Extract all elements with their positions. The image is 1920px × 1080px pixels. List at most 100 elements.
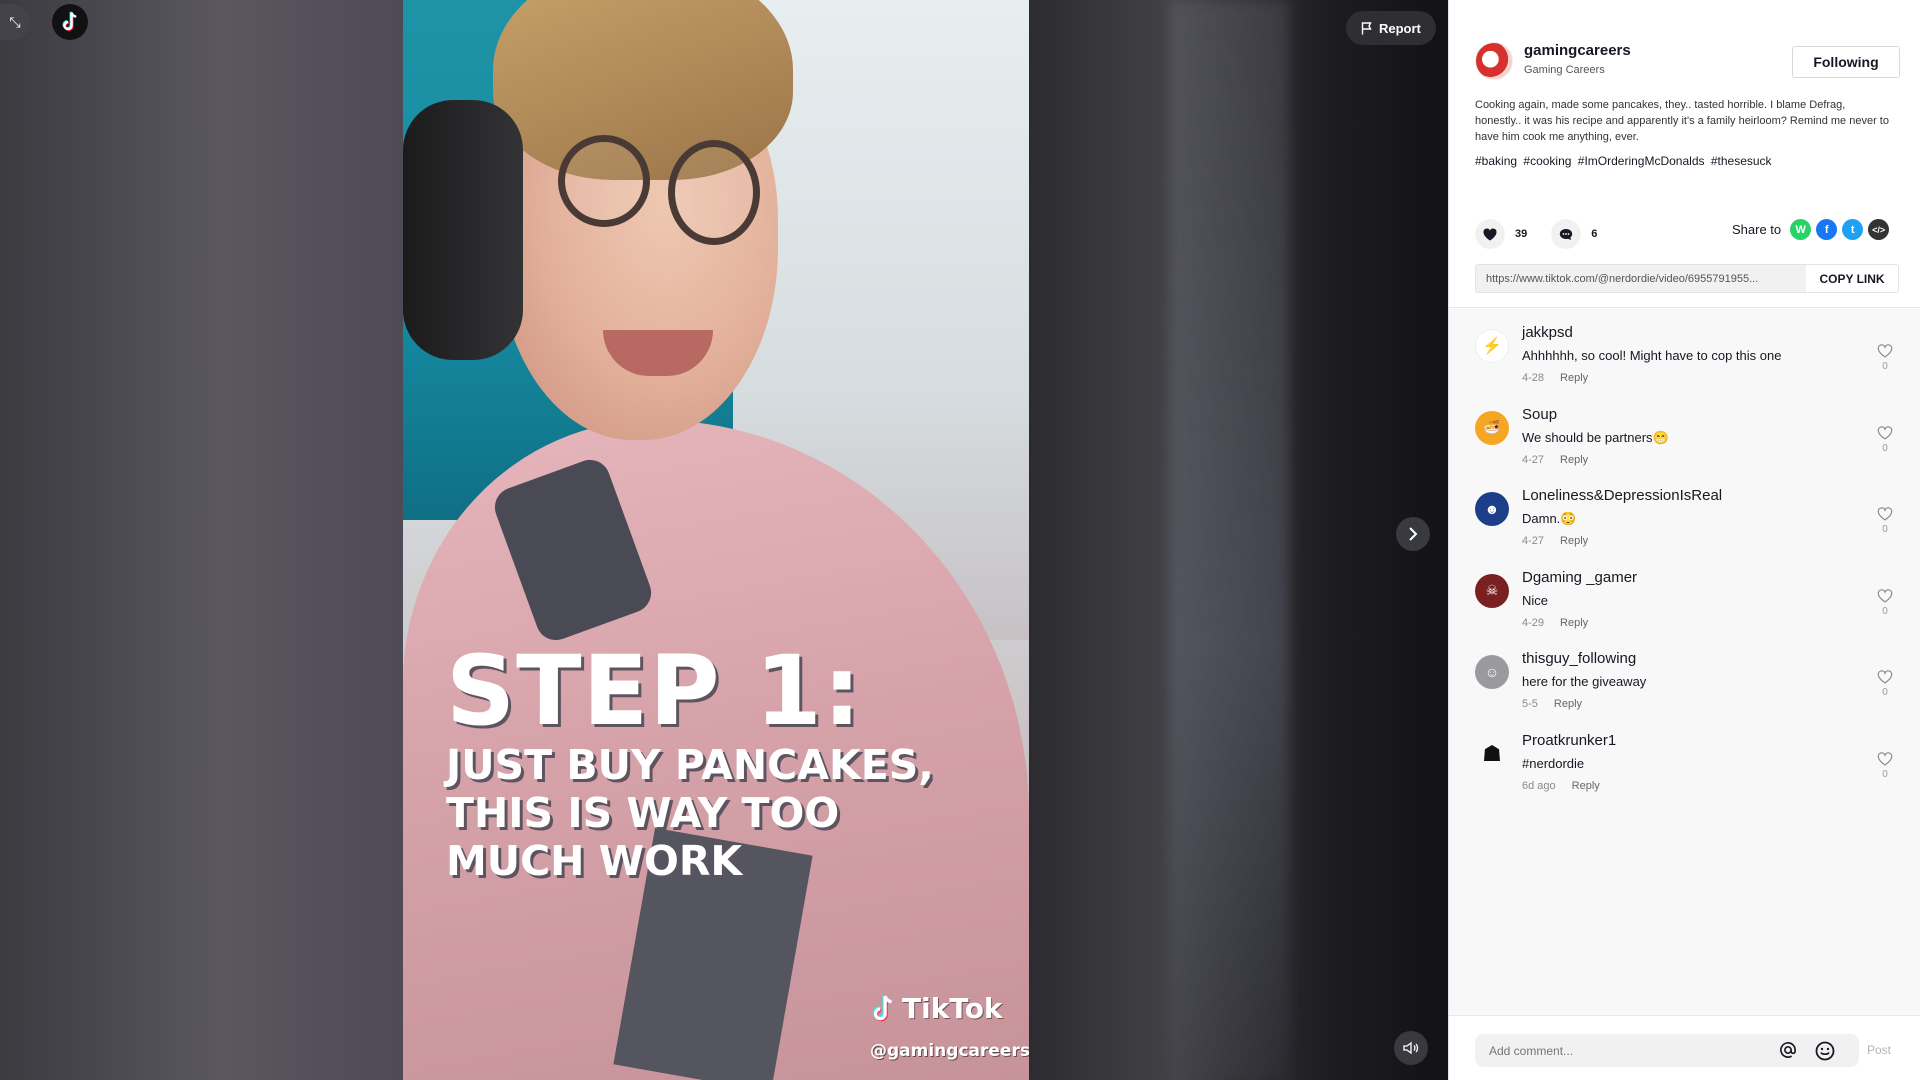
video-caption-line: MUCH WORK — [446, 837, 743, 885]
comment-like-count: 0 — [1882, 442, 1888, 454]
reply-button[interactable]: Reply — [1560, 454, 1588, 466]
comment-date: 4-27 — [1522, 453, 1545, 466]
author-username[interactable]: gamingcareers — [1524, 42, 1631, 59]
post-comment-button[interactable]: Post — [1867, 1043, 1891, 1057]
commenter-name[interactable]: jakkpsd — [1522, 324, 1573, 341]
comment-like-button[interactable]: 0 — [1876, 670, 1894, 698]
details-panel: gamingcareers Gaming Careers Following C… — [1448, 0, 1920, 1080]
commenter-name[interactable]: Loneliness&DepressionIsReal — [1522, 487, 1722, 504]
tiktok-watermark: TikTok — [870, 992, 1003, 1025]
add-comment-input[interactable] — [1475, 1034, 1859, 1067]
commenter-avatar[interactable]: ⚡ — [1475, 329, 1509, 363]
tiktok-logo-icon — [62, 11, 77, 31]
video-link-box: https://www.tiktok.com/@nerdordie/video/… — [1475, 264, 1899, 293]
engagement-stats: 39 6 — [1475, 219, 1611, 249]
video-stage: STEP 1: JUST BUY PANCAKES, THIS IS WAY T… — [0, 0, 1448, 1080]
share-label: Share to — [1732, 222, 1782, 237]
mention-at-icon[interactable] — [1779, 1041, 1797, 1059]
heart-outline-icon — [1877, 425, 1893, 440]
comment-like-count: 0 — [1882, 361, 1888, 372]
copy-link-button[interactable]: COPY LINK — [1806, 265, 1898, 292]
comment-meta: 4-27 Reply — [1522, 535, 1588, 547]
post-header: gamingcareers Gaming Careers Following C… — [1449, 0, 1920, 308]
comment-count: 6 — [1591, 228, 1598, 240]
chevron-right-icon — [1409, 527, 1418, 541]
hashtag-link[interactable]: #thesesuck — [1711, 154, 1772, 168]
comment-date: 5-5 — [1522, 698, 1538, 710]
next-video-button[interactable] — [1396, 517, 1430, 551]
report-button[interactable]: Report — [1346, 11, 1436, 45]
author-nickname: Gaming Careers — [1524, 64, 1605, 76]
commenter-avatar[interactable]: ☻ — [1475, 492, 1509, 526]
comment-meta: 4-29 Reply — [1522, 617, 1588, 629]
commenter-name[interactable]: Dgaming _gamer — [1522, 569, 1637, 586]
commenter-avatar[interactable]: ☗ — [1475, 736, 1509, 771]
heart-outline-icon — [1877, 588, 1893, 603]
post-description: Cooking again, made some pancakes, they.… — [1475, 99, 1889, 143]
comment-like-button[interactable]: 0 — [1876, 507, 1894, 535]
comment-text: here for the giveaway — [1522, 674, 1647, 689]
comment-like-button[interactable]: 0 — [1876, 425, 1894, 454]
commenter-name[interactable]: Proatkrunker1 — [1522, 732, 1616, 749]
reply-button[interactable]: Reply — [1560, 372, 1588, 384]
twitter-share-icon[interactable]: t — [1842, 219, 1864, 240]
reply-button[interactable]: Reply — [1560, 617, 1588, 629]
comment-like-button[interactable]: 0 — [1876, 751, 1894, 780]
video-caption-title: STEP 1: — [446, 635, 863, 747]
comment-bubble-icon — [1560, 228, 1573, 240]
author-avatar[interactable] — [1475, 42, 1513, 80]
hashtag-link[interactable]: #ImOrderingMcDonalds — [1578, 154, 1705, 168]
flag-icon — [1361, 21, 1372, 34]
comment-text: Damn.😳 — [1522, 511, 1577, 526]
facebook-share-icon[interactable]: f — [1816, 219, 1838, 240]
heart-outline-icon — [1877, 507, 1893, 521]
comment-like-button[interactable]: 0 — [1876, 588, 1894, 617]
reply-button[interactable]: Reply — [1554, 698, 1582, 710]
embed-share-icon[interactable]: </> — [1868, 219, 1890, 240]
watermark-handle: @gamingcareers — [870, 1041, 1029, 1061]
comment-date: 4-29 — [1522, 616, 1545, 629]
comment-item: ⚡ jakkpsd Ahhhhhh, so cool! Might have t… — [1449, 321, 1920, 403]
report-label: Report — [1379, 20, 1421, 36]
video-person-headphones — [403, 100, 523, 360]
commenter-name[interactable]: thisguy_following — [1522, 650, 1636, 667]
comment-item: ☻ Loneliness&DepressionIsReal Damn.😳 4-2… — [1449, 484, 1920, 566]
video-person-glasses-right — [668, 140, 760, 245]
video-link-url[interactable]: https://www.tiktok.com/@nerdordie/video/… — [1476, 265, 1806, 292]
commenter-avatar[interactable]: ☺ — [1475, 655, 1509, 689]
reply-button[interactable]: Reply — [1560, 535, 1588, 547]
comment-date: 6d ago — [1522, 779, 1556, 792]
comment-date: 4-27 — [1522, 535, 1545, 547]
comments-button[interactable] — [1551, 219, 1582, 249]
commenter-avatar[interactable]: ☠ — [1475, 573, 1509, 608]
comment-meta: 4-27 Reply — [1522, 454, 1588, 466]
comment-list[interactable]: ⚡ jakkpsd Ahhhhhh, so cool! Might have t… — [1449, 309, 1920, 1015]
heart-outline-icon — [1877, 751, 1893, 766]
comment-meta: 5-5 Reply — [1522, 698, 1582, 710]
comment-like-count: 0 — [1882, 768, 1888, 780]
following-button[interactable]: Following — [1792, 46, 1900, 78]
heart-outline-icon — [1877, 344, 1893, 358]
speaker-icon — [1403, 1041, 1419, 1055]
collapse-arrows-icon: ⤡ — [9, 13, 21, 30]
comment-like-button[interactable]: 0 — [1876, 344, 1894, 372]
hashtag-link[interactable]: #baking — [1475, 154, 1517, 168]
commenter-avatar[interactable]: 🍜 — [1475, 410, 1509, 445]
like-button[interactable] — [1475, 219, 1505, 249]
video-person-hair — [493, 0, 793, 180]
video-player[interactable]: STEP 1: JUST BUY PANCAKES, THIS IS WAY T… — [403, 0, 1029, 1080]
video-person-glasses-left — [558, 135, 650, 227]
whatsapp-share-icon[interactable]: W — [1790, 219, 1812, 240]
commenter-name[interactable]: Soup — [1522, 406, 1557, 423]
comment-item: ☠ Dgaming _gamer Nice 4-29 Reply 0 — [1449, 566, 1920, 648]
tiktok-logo[interactable] — [52, 4, 88, 40]
reply-button[interactable]: Reply — [1572, 780, 1600, 792]
heart-icon — [1483, 228, 1497, 240]
heart-outline-icon — [1877, 670, 1893, 684]
comment-text: Ahhhhhh, so cool! Might have to cop this… — [1522, 348, 1782, 363]
volume-button[interactable] — [1394, 1031, 1428, 1065]
blurred-background-right — [1029, 0, 1448, 1080]
comment-text: We should be partners😁 — [1522, 429, 1669, 445]
emoji-icon[interactable] — [1815, 1041, 1835, 1061]
hashtag-link[interactable]: #cooking — [1523, 154, 1571, 168]
